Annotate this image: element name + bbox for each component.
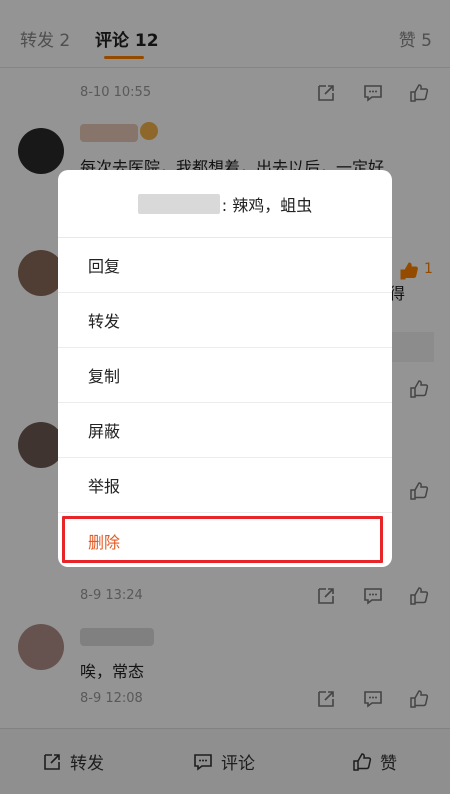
dialog-comment-preview: : 辣鸡，蛆虫 (221, 195, 313, 215)
menu-item-report[interactable]: 举报 (58, 458, 392, 513)
dialog-header: : 辣鸡，蛆虫 (58, 170, 392, 238)
comment-action-dialog: : 辣鸡，蛆虫 回复 转发 复制 屏蔽 举报 删除 (58, 170, 392, 567)
menu-item-reply[interactable]: 回复 (58, 238, 392, 293)
menu-item-copy[interactable]: 复制 (58, 348, 392, 403)
menu-item-repost[interactable]: 转发 (58, 293, 392, 348)
menu-item-delete[interactable]: 删除 (58, 513, 392, 567)
menu-item-block[interactable]: 屏蔽 (58, 403, 392, 458)
username-blurred (137, 193, 220, 214)
